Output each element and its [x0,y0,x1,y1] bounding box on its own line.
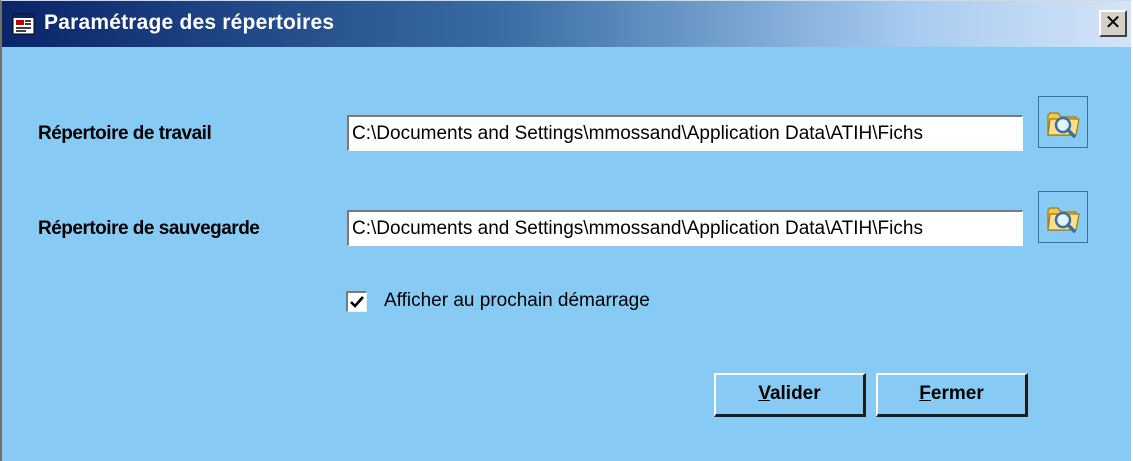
window-title: Paramétrage des répertoires [44,11,335,34]
app-window-icon [12,12,36,36]
show-at-startup-checkbox[interactable] [346,291,367,312]
title-bar[interactable]: Paramétrage des répertoires ✕ [2,1,1131,47]
backup-dir-input[interactable]: C:\Documents and Settings\mmossand\Appli… [347,210,1023,246]
backup-dir-browse-button[interactable] [1038,191,1088,243]
close-button[interactable]: Fermer [876,373,1028,417]
folder-search-icon [1047,207,1080,233]
work-dir-input[interactable]: C:\Documents and Settings\mmossand\Appli… [347,115,1023,151]
work-dir-browse-button[interactable] [1038,96,1088,148]
dialog-window: Paramétrage des répertoires ✕ Répertoire… [0,0,1131,461]
close-label: ermer [930,383,984,404]
close-accesskey: F [919,383,931,404]
validate-accesskey: V [758,383,770,404]
show-at-startup-label[interactable]: Afficher au prochain démarrage [384,290,650,312]
work-dir-label: Répertoire de travail [38,123,212,144]
validate-button[interactable]: Valider [714,373,866,417]
folder-search-icon [1047,112,1080,138]
validate-label: alider [769,383,821,404]
backup-dir-label: Répertoire de sauvegarde [38,218,260,239]
close-icon: ✕ [1104,10,1122,34]
close-window-button[interactable]: ✕ [1099,10,1127,37]
checkmark-icon [350,296,364,308]
